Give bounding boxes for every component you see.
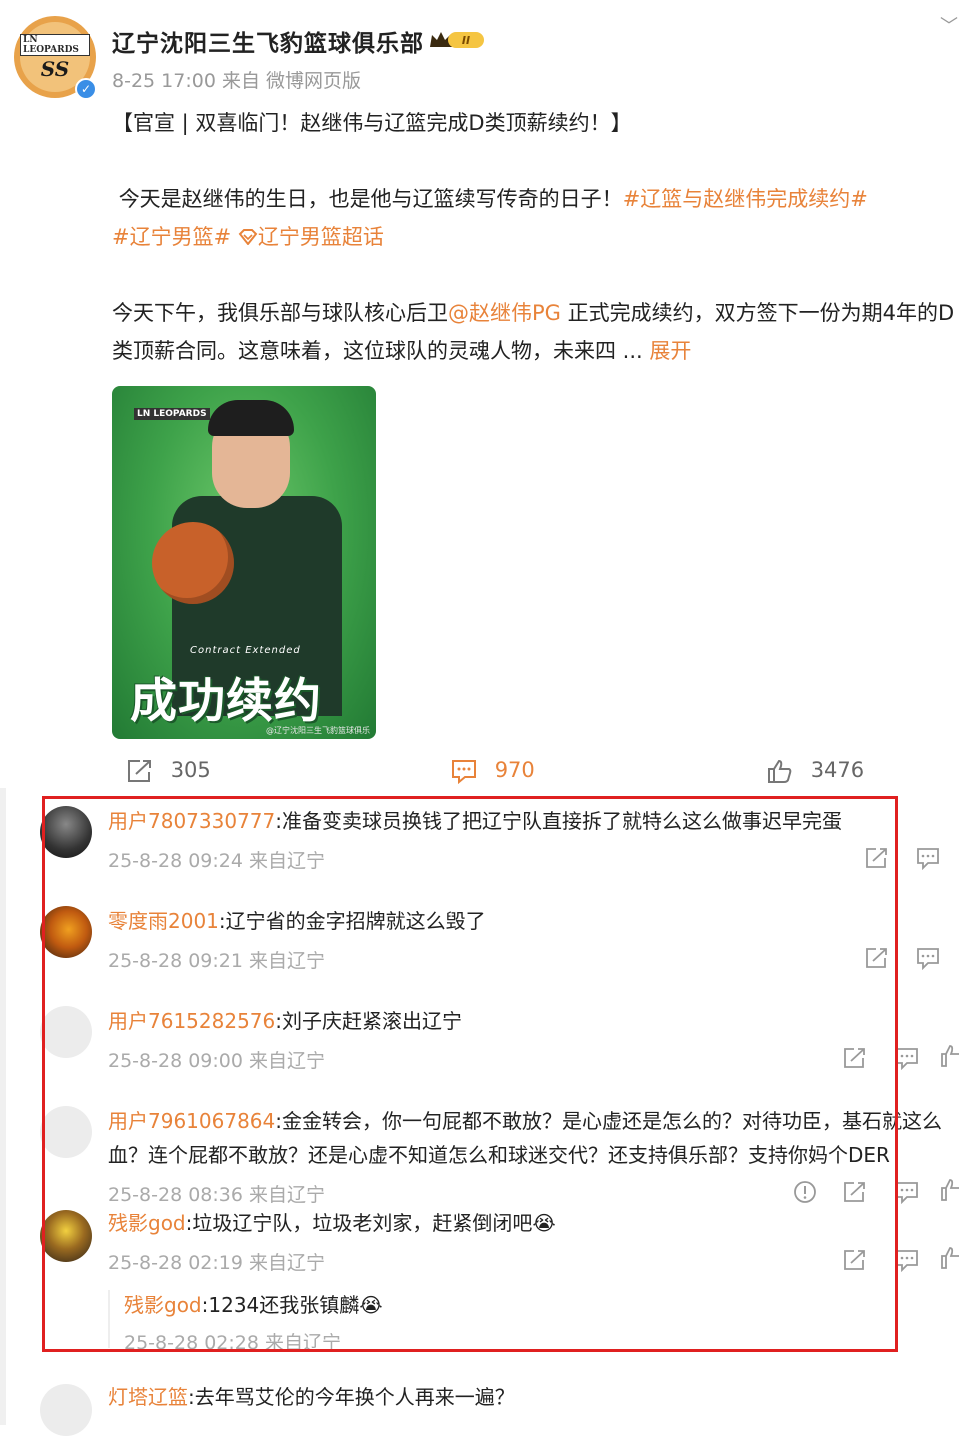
comment-icon [452,760,476,785]
supertopic-link[interactable]: 辽宁男篮超话 [238,225,384,249]
like-button[interactable]: 3476 [766,758,864,784]
post-headline: 【官宣 | 双喜临门！赵继伟与辽篮完成D类顶薪续约！】 [112,111,632,135]
post-paragraph-2: 今天是赵继伟的生日，也是他与辽篮续写传奇的日子！#辽篮与赵继伟完成续约# #辽宁… [112,180,958,256]
comment-body: :去年骂艾伦的今年换个人再来一遍？ [188,1385,515,1409]
like-count: 3476 [810,758,865,782]
image-watermark: @辽宁沈阳三生飞豹篮球俱乐 [266,726,370,735]
comment-text: 灯塔辽篮:去年骂艾伦的今年换个人再来一遍？ [108,1380,515,1415]
contract-extended-text: Contract Extended [190,645,301,656]
chevron-down-icon[interactable]: ﹀ [940,12,958,38]
repost-icon [128,760,151,782]
mention-link[interactable]: @赵继伟PG [448,301,561,325]
diamond-icon [238,229,258,246]
thumbs-up-icon [768,759,792,783]
avatar-logo-text: LN LEOPARDS [20,33,90,56]
reply-icon[interactable] [915,846,941,870]
comment-count: 970 [494,758,535,782]
like-icon[interactable] [940,1246,960,1270]
comment-button[interactable]: 970 [450,758,535,785]
verified-icon: ✓ [75,78,97,100]
supertopic-label: 辽宁男篮超话 [257,225,384,249]
comment-user[interactable]: 灯塔辽篮 [108,1385,188,1409]
hashtag-link[interactable]: #辽宁男篮# [112,225,231,249]
repost-count: 305 [170,758,211,782]
basketball-shape [152,522,234,604]
like-icon[interactable] [940,1178,960,1202]
post-paragraph-3: 今天下午，我俱乐部与球队核心后卫@赵继伟PG 正式完成续约，双方签下一份为期4年… [112,294,958,370]
image-headline: 成功续约 [130,674,322,729]
avatar-logo-mark: SS [40,56,70,81]
reply-icon[interactable] [915,946,941,970]
post-meta: 8-25 17:00 来自 微博网页版 [112,70,361,92]
repost-button[interactable]: 305 [126,758,211,784]
hashtag-link[interactable]: #辽篮与赵继伟完成续约# [623,187,868,211]
p3-text: 今天下午，我俱乐部与球队核心后卫 [112,301,448,325]
p2-text: 今天是赵继伟的生日，也是他与辽篮续写传奇的日子！ [118,187,623,211]
like-icon[interactable] [940,1044,960,1068]
vip-crown-badge-icon[interactable]: II [428,29,486,51]
author-name[interactable]: 辽宁沈阳三生飞豹篮球俱乐部 [112,24,424,58]
avatar[interactable] [40,1384,92,1436]
hair-shape [208,400,294,436]
highlight-annotation-box [42,796,898,1352]
expand-link[interactable]: 展开 [649,339,691,363]
badge-level: II [462,34,470,47]
left-divider-strip [0,788,6,1425]
post-image[interactable]: LN LEOPARDS Contract Extended 成功续约 @辽宁沈阳… [112,386,376,739]
image-logo: LN LEOPARDS [134,408,210,420]
